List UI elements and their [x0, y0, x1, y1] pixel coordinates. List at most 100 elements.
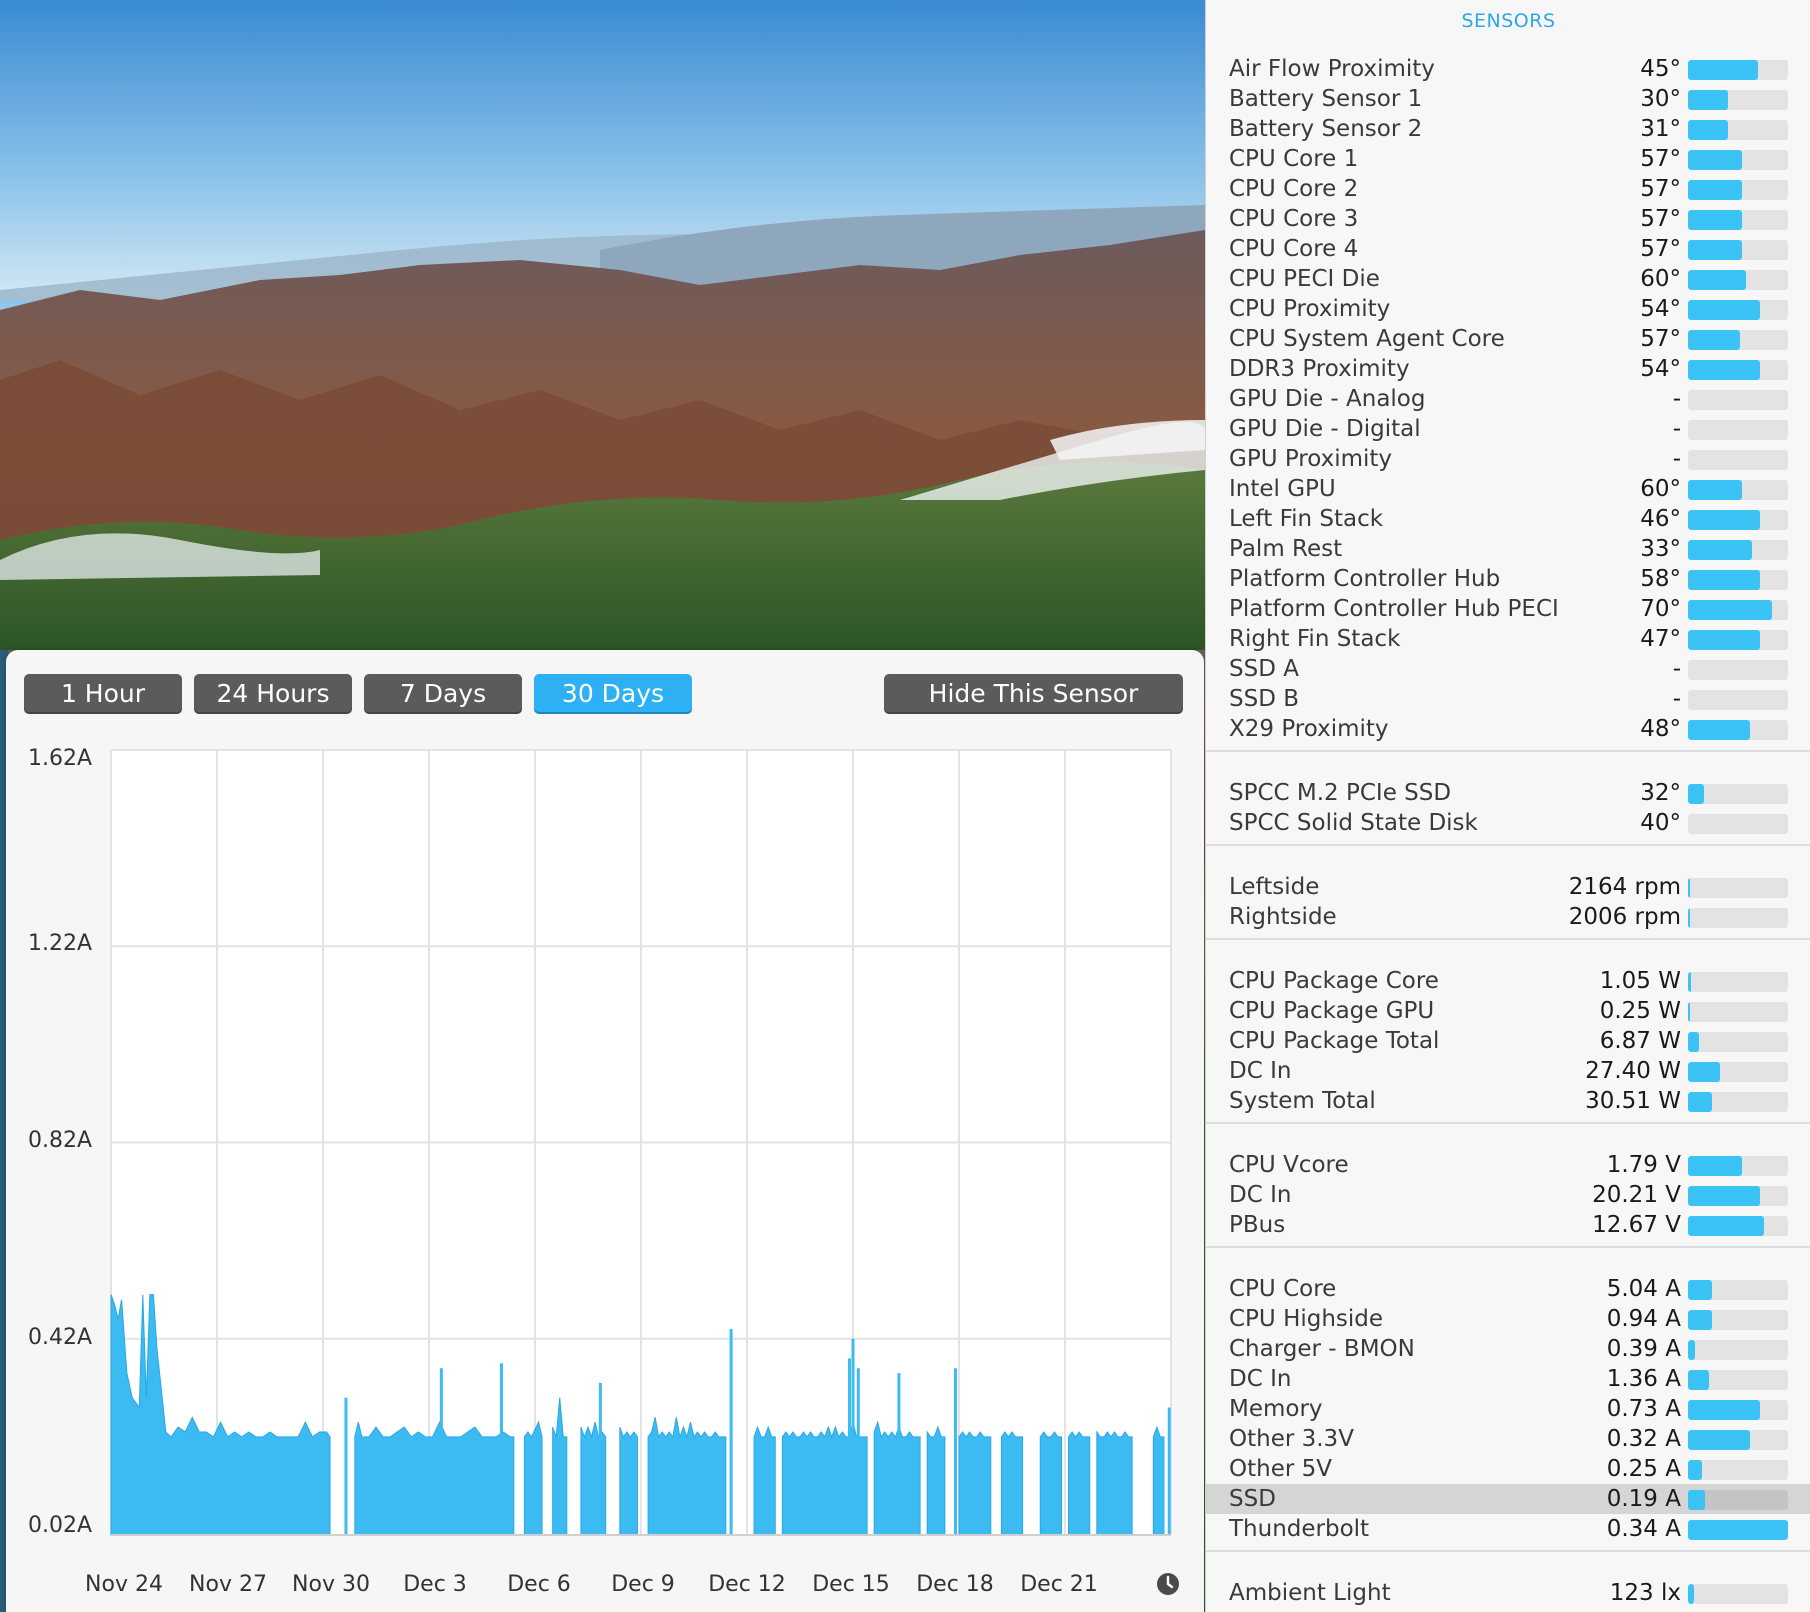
sensor-row[interactable]: Leftside 2164 rpm — [1206, 872, 1810, 902]
sensor-row[interactable]: DC In 1.36 A — [1206, 1364, 1810, 1394]
sensor-level-bar — [1688, 210, 1788, 230]
sensor-name: Thunderbolt — [1229, 1516, 1370, 1542]
sensor-row[interactable]: CPU Package GPU 0.25 W — [1206, 996, 1810, 1026]
sensor-row[interactable]: Platform Controller Hub 58° — [1206, 564, 1810, 594]
sensor-row[interactable]: Battery Sensor 2 31° — [1206, 114, 1810, 144]
sensor-history-window: 1 Hour 24 Hours 7 Days 30 Days Hide This… — [6, 650, 1204, 1612]
sensor-value: 1.05 W — [1599, 968, 1681, 994]
sensor-row[interactable]: Palm Rest 33° — [1206, 534, 1810, 564]
clock-icon[interactable] — [1156, 1572, 1180, 1596]
sensor-row[interactable]: DDR3 Proximity 54° — [1206, 354, 1810, 384]
sensor-level-fill — [1688, 784, 1704, 804]
sensor-row[interactable]: Battery Sensor 1 30° — [1206, 84, 1810, 114]
sensor-row[interactable]: CPU Core 4 57° — [1206, 234, 1810, 264]
sensor-row[interactable]: CPU Core 5.04 A — [1206, 1274, 1810, 1304]
sensor-row[interactable]: SSD 0.19 A — [1206, 1484, 1810, 1514]
series-area-segment — [619, 1426, 638, 1536]
sensor-name: CPU Highside — [1229, 1306, 1384, 1332]
sensor-level-fill — [1688, 878, 1690, 898]
sensor-value: 27.40 W — [1585, 1058, 1681, 1084]
sensor-row[interactable]: GPU Die - Analog - — [1206, 384, 1810, 414]
sensor-value: 60° — [1640, 476, 1681, 502]
sensor-value: 70° — [1640, 596, 1681, 622]
sensor-level-fill — [1688, 1002, 1690, 1022]
sensor-row[interactable]: SSD B - — [1206, 684, 1810, 714]
sensor-name: CPU Proximity — [1229, 296, 1391, 322]
sensor-name: Charger - BMON — [1229, 1336, 1415, 1362]
sensor-row[interactable]: Platform Controller Hub PECI 70° — [1206, 594, 1810, 624]
sensor-row[interactable]: DC In 27.40 W — [1206, 1056, 1810, 1086]
sensor-level-bar — [1688, 660, 1788, 680]
x-tick-label: Nov 24 — [85, 1572, 163, 1597]
sensor-row[interactable]: CPU Proximity 54° — [1206, 294, 1810, 324]
sensor-row[interactable]: CPU System Agent Core 57° — [1206, 324, 1810, 354]
sensor-row[interactable]: PBus 12.67 V — [1206, 1210, 1810, 1240]
sensor-row[interactable]: Thunderbolt 0.34 A — [1206, 1514, 1810, 1544]
sensor-row[interactable]: SPCC M.2 PCIe SSD 32° — [1206, 778, 1810, 808]
sensor-row[interactable]: Left Fin Stack 46° — [1206, 504, 1810, 534]
sensor-row[interactable]: DC In 20.21 V — [1206, 1180, 1810, 1210]
sensor-row[interactable]: CPU PECI Die 60° — [1206, 264, 1810, 294]
sensor-level-bar — [1688, 180, 1788, 200]
sensor-value: 2164 rpm — [1568, 874, 1681, 900]
sensor-level-bar — [1688, 390, 1788, 410]
sensor-row[interactable]: CPU Core 3 57° — [1206, 204, 1810, 234]
sensor-row[interactable]: SSD A - — [1206, 654, 1810, 684]
sensor-level-bar — [1688, 150, 1788, 170]
sensor-row[interactable]: Ambient Light 123 lx — [1206, 1578, 1810, 1608]
group-divider — [1206, 1246, 1810, 1248]
sensor-level-bar — [1688, 1186, 1788, 1206]
sensor-level-bar — [1688, 510, 1788, 530]
series-area-segment — [580, 1422, 607, 1536]
sensor-name: GPU Proximity — [1229, 446, 1393, 472]
sensor-row[interactable]: CPU Package Core 1.05 W — [1206, 966, 1810, 996]
sensor-value: 60° — [1640, 266, 1681, 292]
sensor-row[interactable]: Charger - BMON 0.39 A — [1206, 1334, 1810, 1364]
sensor-row[interactable]: System Total 30.51 W — [1206, 1086, 1810, 1116]
sensor-level-bar — [1688, 300, 1788, 320]
sensor-level-fill — [1688, 1092, 1712, 1112]
sensor-value: - — [1672, 416, 1681, 442]
sensor-name: CPU Package Core — [1229, 968, 1439, 994]
sensor-name: SSD — [1229, 1486, 1276, 1512]
sensor-row[interactable]: GPU Die - Digital - — [1206, 414, 1810, 444]
sensor-row[interactable]: CPU Core 2 57° — [1206, 174, 1810, 204]
x-tick-label: Dec 12 — [708, 1572, 786, 1597]
sensor-name: X29 Proximity — [1229, 716, 1389, 742]
sensor-level-bar — [1688, 360, 1788, 380]
sensor-value: 20.21 V — [1592, 1182, 1681, 1208]
sensor-name: SPCC Solid State Disk — [1229, 810, 1478, 836]
sensor-row[interactable]: Other 3.3V 0.32 A — [1206, 1424, 1810, 1454]
y-tick-label: 0.82A — [28, 1128, 93, 1153]
sensor-value: 0.32 A — [1606, 1426, 1681, 1452]
sensor-row[interactable]: CPU Core 1 57° — [1206, 144, 1810, 174]
sensor-row[interactable]: CPU Vcore 1.79 V — [1206, 1150, 1810, 1180]
sensor-row[interactable]: CPU Highside 0.94 A — [1206, 1304, 1810, 1334]
panel-title: SENSORS — [1461, 10, 1556, 32]
sensor-value: 0.25 W — [1599, 998, 1681, 1024]
sensor-name: CPU Vcore — [1229, 1152, 1349, 1178]
sensor-row[interactable]: Other 5V 0.25 A — [1206, 1454, 1810, 1484]
group-divider — [1206, 1550, 1810, 1552]
sensor-value: 6.87 W — [1599, 1028, 1681, 1054]
sensor-value: 57° — [1640, 326, 1681, 352]
sensor-row[interactable]: SPCC Solid State Disk 40° — [1206, 808, 1810, 838]
sensor-name: Ambient Light — [1229, 1580, 1391, 1606]
sensor-level-fill — [1688, 972, 1691, 992]
sensor-row[interactable]: GPU Proximity - — [1206, 444, 1810, 474]
x-tick-label: Dec 3 — [403, 1572, 467, 1597]
sensor-name: Battery Sensor 2 — [1229, 116, 1423, 142]
sensor-level-bar — [1688, 1002, 1788, 1022]
sensor-level-bar — [1688, 630, 1788, 650]
sensor-row[interactable]: Memory 0.73 A — [1206, 1394, 1810, 1424]
sensor-level-bar — [1688, 1092, 1788, 1112]
sensor-level-bar — [1688, 1584, 1788, 1604]
sensor-row[interactable]: Right Fin Stack 47° — [1206, 624, 1810, 654]
sensor-row[interactable]: X29 Proximity 48° — [1206, 714, 1810, 744]
sensor-row[interactable]: Rightside 2006 rpm — [1206, 902, 1810, 932]
sensor-level-fill — [1688, 270, 1746, 290]
sensor-row[interactable]: Intel GPU 60° — [1206, 474, 1810, 504]
sensor-value: 54° — [1640, 356, 1681, 382]
sensor-row[interactable]: CPU Package Total 6.87 W — [1206, 1026, 1810, 1056]
sensor-row[interactable]: Air Flow Proximity 45° — [1206, 54, 1810, 84]
